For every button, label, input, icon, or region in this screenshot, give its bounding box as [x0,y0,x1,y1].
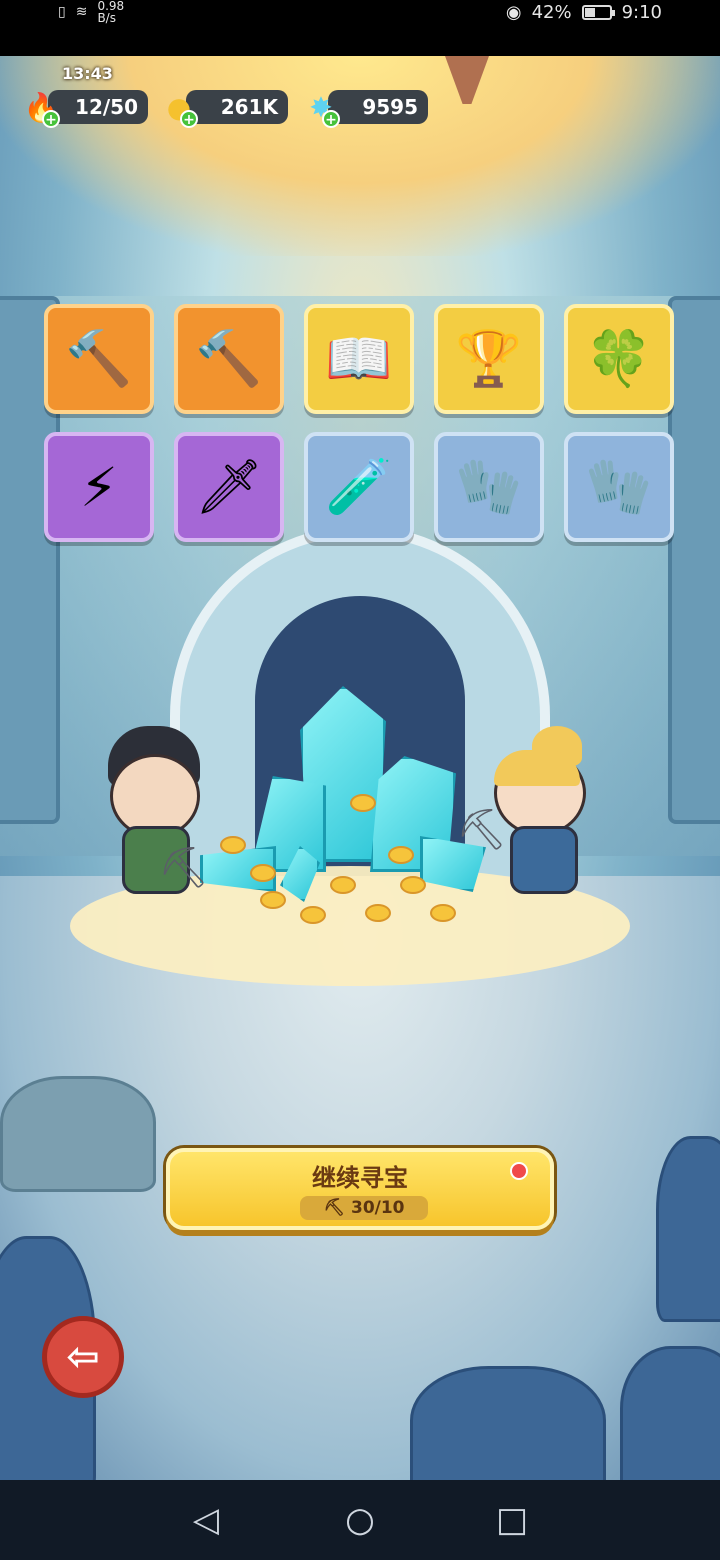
battery-icon [581,4,615,20]
network-speed: 0.98 B/s [97,0,125,25]
pickaxe-icon: ⛏ [323,1198,346,1218]
pickaxe-icon: ⛏ [158,845,209,891]
nav-recents-button[interactable]: □ [492,1500,532,1540]
potion-icon: 🧪 [325,455,393,518]
add-gems-icon[interactable]: + [322,110,340,128]
miner-body [510,826,578,894]
rock [620,1346,720,1480]
glove-icon: 🧤 [455,455,523,518]
gold-coin [250,864,276,882]
add-energy-icon[interactable]: + [42,110,60,128]
system-navigation-bar: ◁ ○ □ [0,1480,720,1560]
game-scene: ⛏ ⛏ 13:43 12/50 🔥 + 261K ● + 9595 ✸ + 🔨 … [0,56,720,1480]
gold-coin [220,836,246,854]
miner-hair [494,750,580,786]
item-slot-leather-glove[interactable]: 🧤 [564,432,674,542]
item-slot-clover-ring[interactable]: 🍀 [564,304,674,414]
pickaxe-icon: ⛏ [456,807,507,853]
coin-counter[interactable]: 261K ● + [158,86,288,128]
gold-coin [260,891,286,909]
back-arrow-button[interactable]: ⇦ [42,1316,124,1398]
hammer-icon: 🔨 [65,327,133,390]
item-slot-leather-glove[interactable]: 🧤 [434,432,544,542]
goblet-icon: 🏆 [455,327,523,390]
pickaxe-count: 30/10 [350,1198,405,1218]
continue-treasure-hunt-button[interactable]: 继续寻宝 ⛏ 30/10 [166,1148,554,1230]
gold-coin [300,906,326,924]
continue-button-label: 继续寻宝 [312,1164,408,1192]
item-slot-hammer[interactable]: 🔨 [174,304,284,414]
gem-value: 9595 [328,90,428,124]
right-miner-character: ⛏ [456,726,600,906]
item-slot-spell-book[interactable]: 📖 [304,304,414,414]
left-miner-character: ⛏ [100,726,210,906]
wifi-icon: ≋ [75,4,88,20]
energy-counter[interactable]: 12/50 🔥 + [20,86,148,128]
rock [410,1366,606,1480]
energy-timer: 13:43 [62,64,113,83]
gold-coin [430,904,456,922]
eye-icon: ◉ [505,1,522,23]
gold-coin [400,876,426,894]
item-slot-lightning-scroll[interactable]: ⚡ [44,432,154,542]
glove-icon: 🧤 [585,455,653,518]
status-bar: ▯ ≋ 0.98 B/s ◉ 42% 9:10 [0,0,720,56]
clock: 9:10 [621,1,662,23]
item-slot-red-potion[interactable]: 🧪 [304,432,414,542]
pickaxe-cost: ⛏ 30/10 [300,1196,428,1220]
book-icon: 📖 [325,327,393,390]
clover-ring-icon: 🍀 [585,327,653,390]
hammer-icon: 🔨 [195,327,263,390]
gold-coin [330,876,356,894]
battery-percent: 42% [531,1,572,23]
nav-back-button[interactable]: ◁ [186,1500,226,1540]
item-slot-frost-sword[interactable]: 🗡 [174,432,284,542]
back-arrow-icon: ⇦ [66,1334,100,1380]
nav-home-button[interactable]: ○ [340,1500,380,1540]
sim-alert-icon: ▯ [58,4,66,20]
gold-coin [350,794,376,812]
rock [656,1136,720,1322]
coin-value: 261K [186,90,288,124]
gem-counter[interactable]: 9595 ✸ + [300,86,428,128]
broken-pillar [0,1076,156,1192]
reward-item-grid: 🔨 🔨 📖 🏆 🍀 ⚡ 🗡 🧪 🧤 🧤 [44,304,676,542]
energy-value: 12/50 [48,90,148,124]
item-slot-hammer[interactable]: 🔨 [44,304,154,414]
item-slot-goblet[interactable]: 🏆 [434,304,544,414]
notification-dot [510,1162,528,1180]
lightning-scroll-icon: ⚡ [80,455,118,519]
gold-coin [365,904,391,922]
frost-sword-icon: 🗡 [194,455,264,518]
gold-coin [388,846,414,864]
add-coins-icon[interactable]: + [180,110,198,128]
